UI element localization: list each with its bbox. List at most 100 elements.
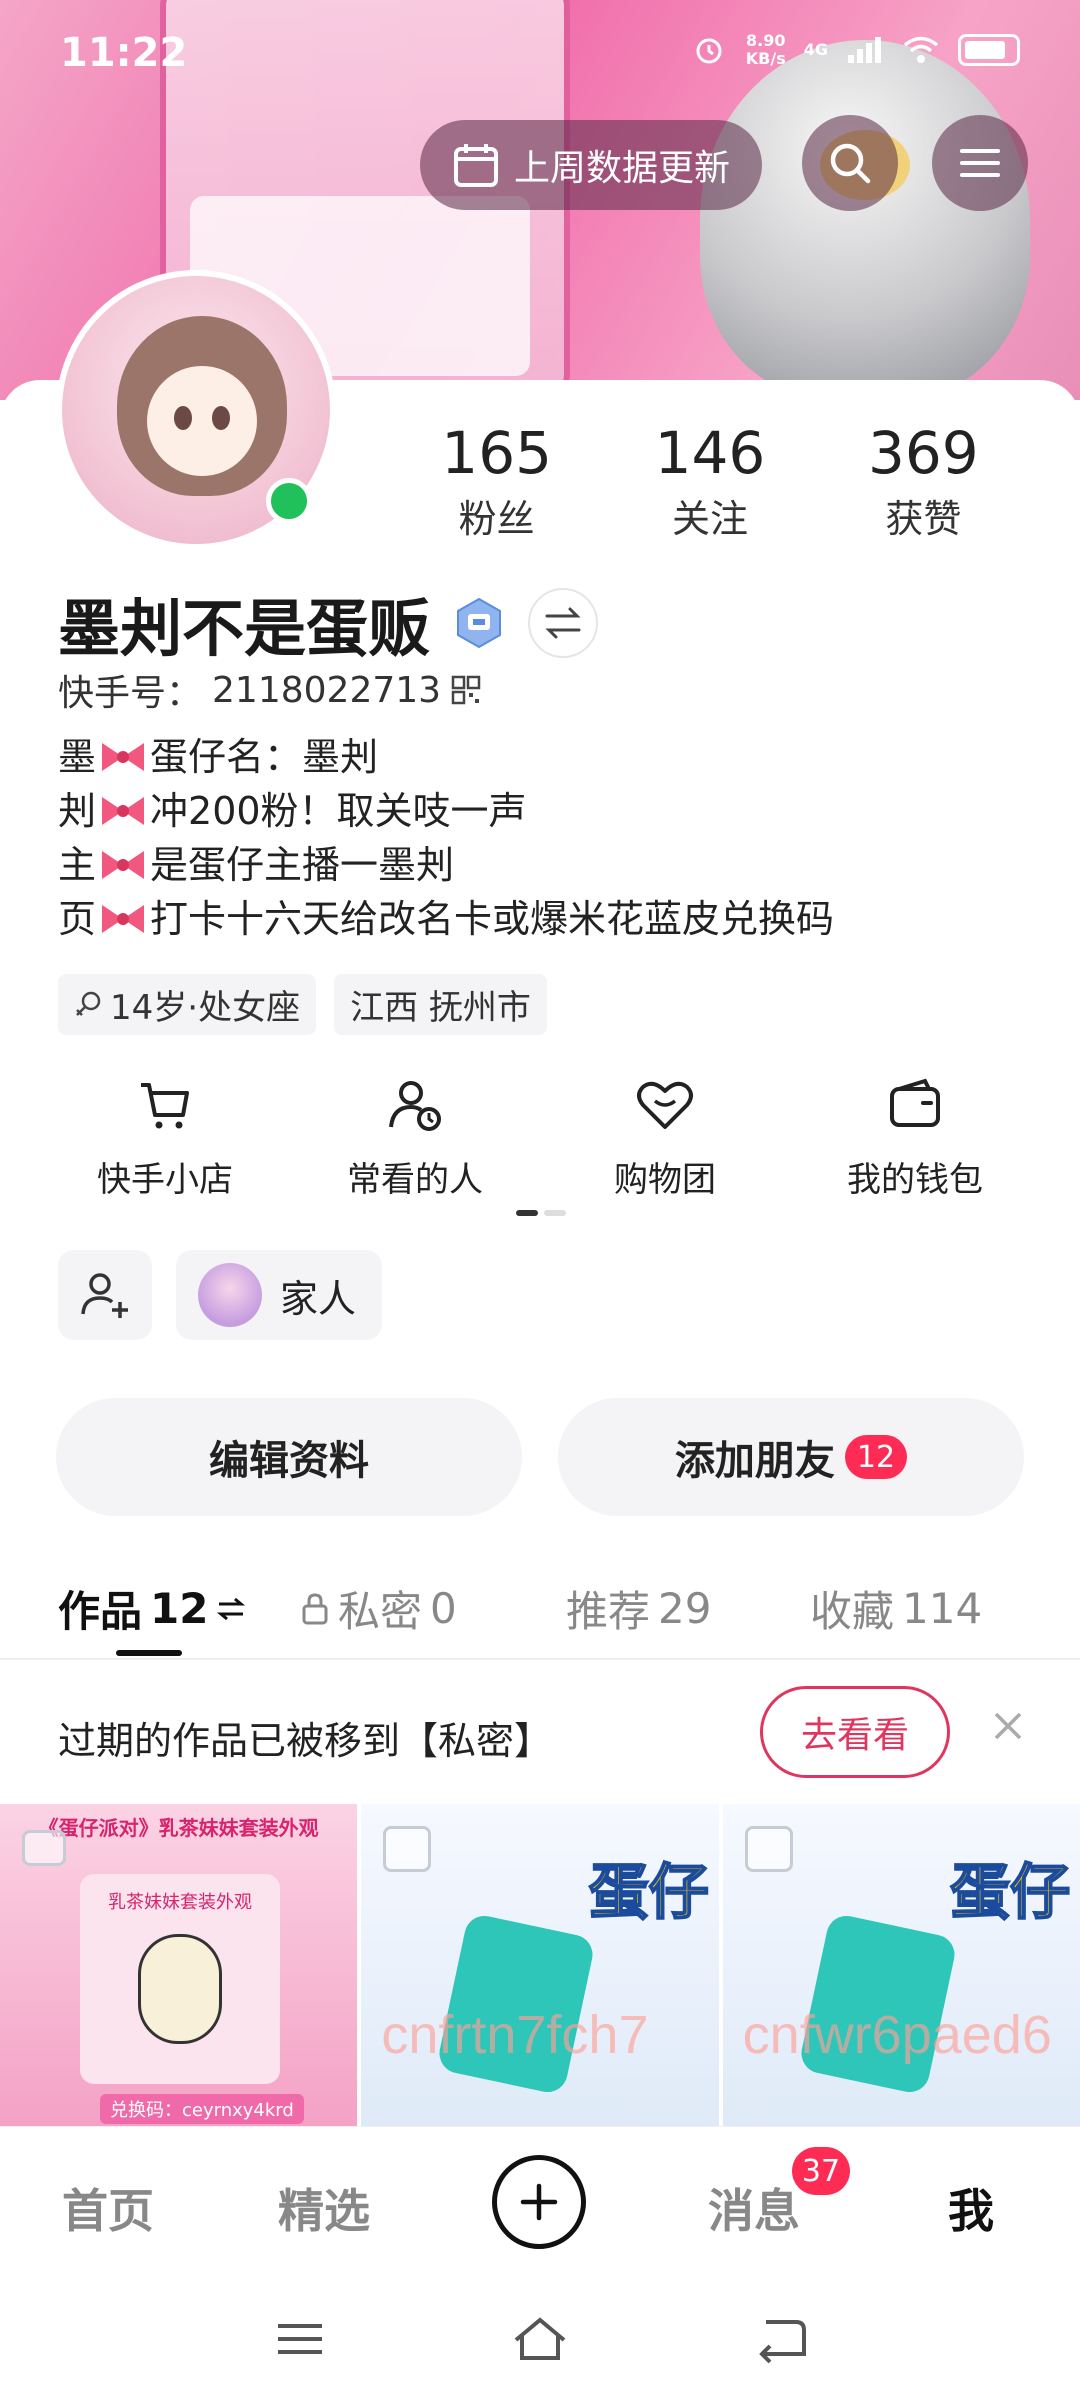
thumbnail-character	[138, 1934, 222, 2044]
status-time: 11:22	[60, 30, 188, 76]
work-thumbnail[interactable]: 《蛋仔派对》乳茶妹妹套装外观 乳茶妹妹套装外观 兑换码：ceyrnxy4krd	[0, 1804, 358, 2126]
shortcut-kuaishou-shop[interactable]: 快手小店	[40, 1072, 290, 1201]
bio-line-lead: 主	[58, 843, 97, 887]
shortcut-label: 购物团	[614, 1160, 716, 1200]
tab-favorites[interactable]: 收藏 114	[810, 1578, 982, 1639]
battery-icon	[958, 34, 1020, 66]
recent-apps-icon[interactable]	[270, 2314, 330, 2364]
lock-icon	[302, 1592, 328, 1624]
add-family-button[interactable]	[58, 1250, 152, 1340]
notice-text: 过期的作品已被移到【私密】	[58, 1719, 553, 1763]
bio-line-text: 打卡十六天给改名卡或爆米花蓝皮兑换码	[150, 897, 835, 941]
close-icon[interactable]	[988, 1706, 1028, 1746]
messages-badge: 37	[792, 2147, 850, 2195]
kuaishou-id-row[interactable]: 快手号： 2118022713	[58, 664, 481, 716]
swap-arrows-icon	[545, 607, 581, 639]
hamburger-icon	[960, 149, 1000, 177]
calendar-icon	[453, 144, 498, 187]
shortcut-label: 我的钱包	[847, 1160, 983, 1200]
thumbnail-brand-text: 蛋仔	[949, 1857, 1071, 1929]
stat-likes-value: 369	[867, 419, 979, 487]
age-zodiac-tag: 14岁·处女座	[58, 974, 317, 1035]
verified-badge-icon[interactable]	[452, 596, 506, 650]
family-row: 家人	[58, 1250, 383, 1340]
system-nav-bar	[0, 2276, 1080, 2400]
thumbnail-watermark: cnfrtn7fch7	[381, 2005, 649, 2065]
status-icons: 8.90 KB/s 4G	[690, 32, 1020, 68]
bio-line-text: 冲200粉！取关吱一声	[150, 789, 527, 833]
bottom-nav: 首页 精选 消息 37 我	[0, 2126, 1080, 2276]
status-bar: 11:22 8.90 KB/s 4G	[0, 0, 1080, 110]
bio-line: 页 打卡十六天给改名卡或爆米花蓝皮兑换码	[58, 892, 834, 946]
tab-works[interactable]: 作品 12	[58, 1578, 246, 1639]
nav-featured[interactable]: 精选	[278, 2175, 370, 2241]
work-thumbnail[interactable]: 蛋仔 cnfrtn7fch7	[361, 1804, 719, 2126]
location-text: 江西 抚州市	[350, 988, 531, 1028]
shortcut-shopping-group[interactable]: 购物团	[540, 1072, 790, 1201]
wifi-icon	[903, 36, 939, 63]
online-status-dot	[266, 478, 312, 524]
wallet-icon	[890, 1078, 940, 1127]
works-grid: 《蛋仔派对》乳茶妹妹套装外观 乳茶妹妹套装外观 兑换码：ceyrnxy4krd …	[0, 1804, 1080, 2126]
add-friends-badge: 12	[844, 1435, 908, 1479]
stat-likes[interactable]: 369 获赞	[817, 420, 1030, 543]
switch-account-button[interactable]	[528, 588, 599, 658]
work-thumbnail[interactable]: 蛋仔 cnfwr6paed6	[722, 1804, 1080, 2126]
nav-me[interactable]: 我	[948, 2175, 994, 2241]
family-avatar	[198, 1263, 262, 1327]
bio-line: 墨 蛋仔名：墨刔	[58, 730, 834, 784]
weekly-data-update-button[interactable]: 上周数据更新	[420, 120, 762, 210]
shortcut-label: 常看的人	[347, 1160, 483, 1200]
content-tabs: 作品 12 私密 0 推荐 29 收藏 114	[0, 1560, 1080, 1660]
thumbnail-card: 乳茶妹妹套装外观	[80, 1874, 280, 2084]
add-friends-button[interactable]: 添加朋友 12	[558, 1398, 1024, 1516]
stat-likes-label: 获赞	[885, 497, 962, 541]
home-icon[interactable]	[510, 2314, 570, 2364]
image-placeholder-icon	[383, 1826, 432, 1872]
shortcut-wallet[interactable]: 我的钱包	[790, 1072, 1040, 1201]
stat-following[interactable]: 146 关注	[603, 420, 816, 543]
family-label: 家人	[280, 1276, 357, 1321]
tab-favorites-count: 114	[902, 1584, 983, 1633]
family-chip[interactable]: 家人	[176, 1250, 383, 1340]
bow-icon	[102, 797, 145, 825]
qr-code-icon[interactable]	[451, 675, 481, 705]
create-post-button[interactable]	[492, 2155, 586, 2249]
bio-line-lead: 刔	[58, 789, 97, 833]
profile-name: 墨刔不是蛋贩	[58, 592, 431, 665]
shortcut-frequent-people[interactable]: 常看的人	[290, 1072, 540, 1201]
back-icon[interactable]	[752, 2314, 812, 2364]
stat-followers[interactable]: 165 粉丝	[390, 420, 603, 543]
bio-line: 刔 冲200粉！取关吱一声	[58, 784, 834, 838]
stat-following-value: 146	[654, 419, 766, 487]
location-tag: 江西 抚州市	[334, 974, 547, 1035]
bio-line-lead: 页	[58, 897, 97, 941]
stat-followers-label: 粉丝	[458, 497, 535, 541]
thumbnail-code: 兑换码：ceyrnxy4krd	[100, 2094, 304, 2124]
thumbnail-brand-text: 蛋仔	[588, 1857, 710, 1929]
thumbnail-card-title: 乳茶妹妹套装外观	[108, 1892, 252, 1913]
nav-messages[interactable]: 消息	[708, 2175, 800, 2241]
search-button[interactable]	[802, 115, 898, 211]
tab-favorites-label: 收藏	[810, 1587, 895, 1636]
age-zodiac-text: 14岁·处女座	[110, 988, 301, 1028]
shortcut-row: 快手小店 常看的人 购物团 我的钱包	[40, 1072, 1040, 1201]
edit-profile-button[interactable]: 编辑资料	[56, 1398, 522, 1516]
stat-following-label: 关注	[671, 497, 748, 541]
notice-view-button[interactable]: 去看看	[760, 1686, 950, 1778]
tab-private-label: 私密	[338, 1587, 423, 1636]
profile-action-row: 编辑资料 添加朋友 12	[56, 1398, 1024, 1516]
bio-line-text: 蛋仔名：墨刔	[150, 735, 379, 779]
tab-private[interactable]: 私密 0	[300, 1578, 457, 1639]
shortcut-label: 快手小店	[97, 1160, 233, 1200]
tab-recommended[interactable]: 推荐 29	[566, 1578, 711, 1639]
page-dot-active	[516, 1210, 538, 1216]
net-speed: 8.90 KB/s	[746, 32, 786, 68]
nav-home[interactable]: 首页	[62, 2175, 154, 2241]
menu-button[interactable]	[932, 115, 1028, 211]
tab-recommended-count: 29	[658, 1584, 712, 1633]
plus-icon	[520, 2183, 558, 2221]
tab-recommended-label: 推荐	[566, 1587, 651, 1636]
profile-tags: 14岁·处女座 江西 抚州市	[58, 974, 547, 1035]
shortcut-page-indicator	[516, 1210, 566, 1216]
